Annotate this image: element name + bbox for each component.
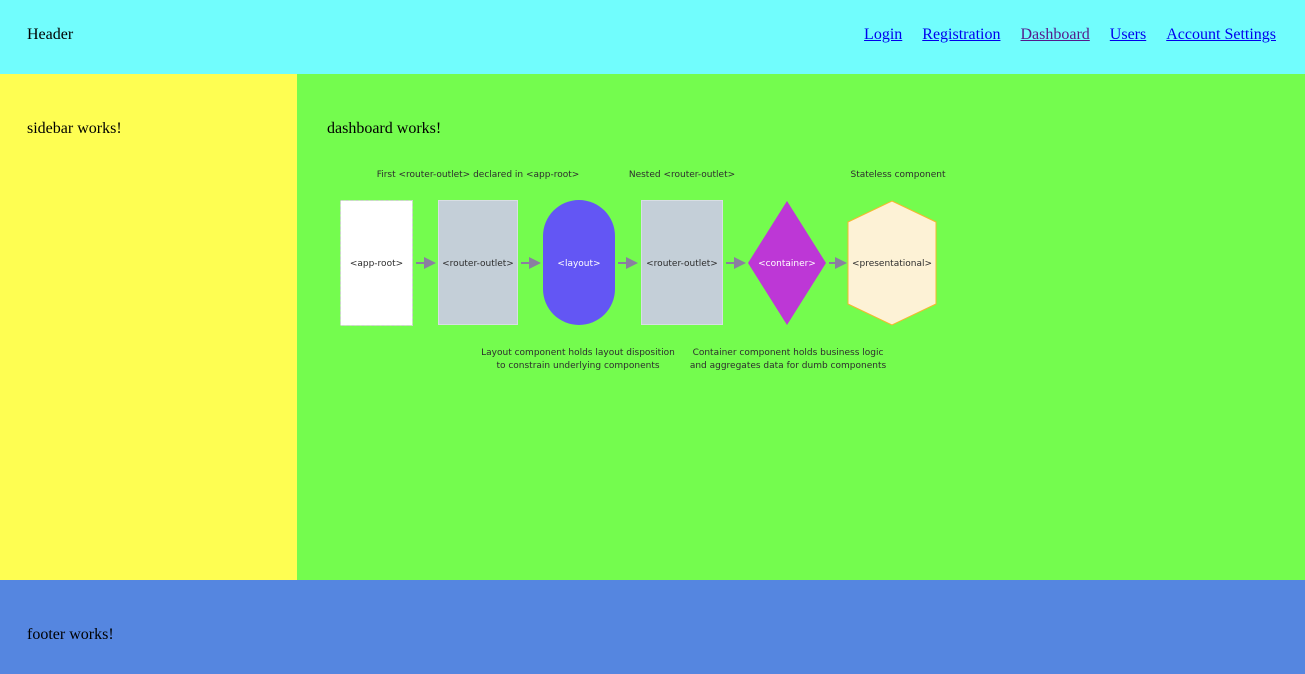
app-root-label: <app-root> (350, 259, 403, 269)
layout-note-line-1: Layout component holds layout dispositio… (481, 348, 675, 358)
nav-dashboard-link[interactable]: Dashboard (1020, 26, 1089, 44)
caption-first-router-outlet: First <router-outlet> declared in <app-r… (377, 170, 580, 180)
architecture-diagram: First <router-outlet> declared in <app-r… (340, 170, 946, 371)
header: Header Login Registration Dashboard User… (0, 0, 1305, 74)
router-outlet-label-1: <router-outlet> (442, 259, 514, 269)
header-title: Header (27, 26, 74, 43)
footer: footer works! (0, 580, 1305, 674)
main-content: dashboard works! First <router-outlet> d… (297, 74, 1305, 580)
router-outlet-label-2: <router-outlet> (646, 259, 718, 269)
presentational-label: <presentational> (852, 259, 932, 269)
nav-registration-link[interactable]: Registration (922, 26, 1000, 44)
container-note-line-2: and aggregates data for dumb components (690, 361, 887, 371)
layout-note-line-2: to constrain underlying components (496, 361, 659, 371)
container-label: <container> (758, 259, 816, 269)
sidebar: sidebar works! (0, 74, 297, 580)
main-nav: Login Registration Dashboard Users Accou… (864, 26, 1276, 44)
footer-text: footer works! (27, 626, 114, 643)
layout-label: <layout> (557, 259, 600, 269)
nav-users-link[interactable]: Users (1110, 26, 1146, 44)
sidebar-text: sidebar works! (27, 120, 122, 137)
container-note-line-1: Container component holds business logic (693, 348, 884, 358)
caption-nested-router-outlet: Nested <router-outlet> (629, 170, 735, 180)
nav-account-settings-link[interactable]: Account Settings (1166, 26, 1276, 44)
nav-login-link[interactable]: Login (864, 26, 902, 44)
caption-stateless-component: Stateless component (850, 170, 945, 180)
